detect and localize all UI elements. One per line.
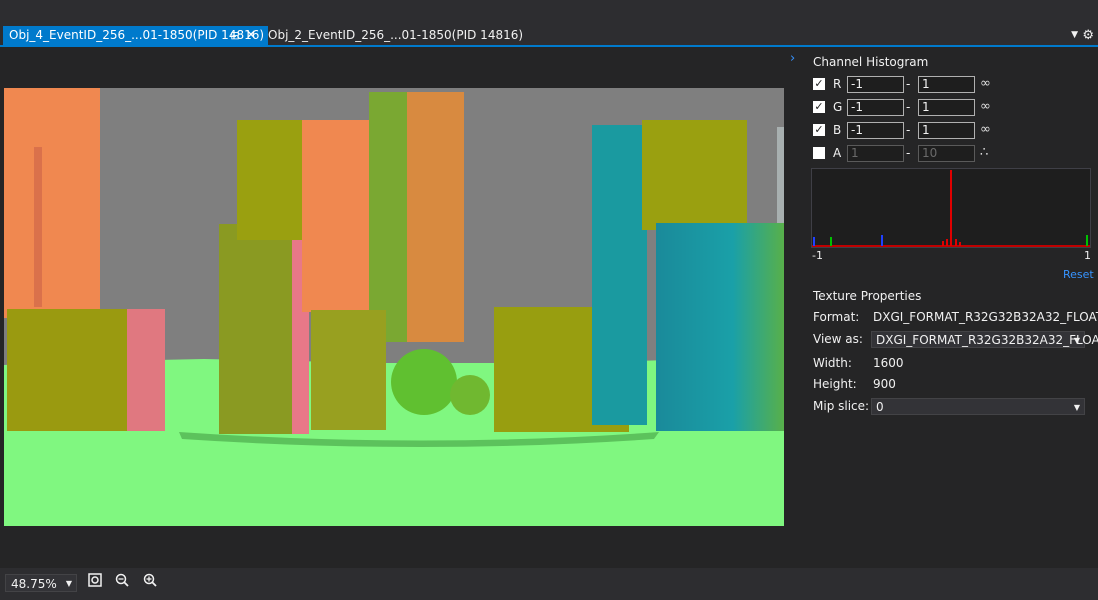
- view-as-label: View as:: [813, 332, 863, 346]
- max-input-a[interactable]: 10: [918, 145, 975, 162]
- link-icon[interactable]: ∞: [980, 122, 991, 137]
- checkbox-r[interactable]: ✓: [813, 78, 825, 90]
- tab-label: Obj_4_EventID_256_...01-1850(PID 14816): [9, 28, 265, 42]
- height-label: Height:: [813, 377, 857, 391]
- channel-label: R: [833, 77, 842, 91]
- tab-label: Obj_2_EventID_256_...01-1850(PID 14816): [268, 28, 524, 42]
- checkbox-a[interactable]: [813, 147, 825, 159]
- status-bar: 48.75% ▼: [0, 568, 1098, 600]
- range-dash: -: [906, 123, 911, 137]
- histogram-green-bin: [1086, 235, 1088, 246]
- max-input-r[interactable]: 1: [918, 76, 975, 93]
- pin-icon[interactable]: ⊟: [229, 26, 241, 45]
- chevron-down-icon[interactable]: ▼: [1071, 26, 1078, 45]
- range-dash: -: [906, 77, 911, 91]
- channel-row-r: ✓ R -1 - 1 ∞: [813, 76, 1098, 93]
- zoom-value: 48.75%: [11, 577, 57, 591]
- histogram-max-label: 1: [1084, 249, 1091, 262]
- properties-panel: Channel Histogram ✓ R -1 - 1 ∞ ✓ G -1 - …: [806, 52, 1098, 422]
- range-dash: -: [906, 100, 911, 114]
- tab-obj-2[interactable]: Obj_2_EventID_256_...01-1850(PID 14816): [262, 26, 523, 45]
- histogram-red-bin: [942, 241, 944, 246]
- histogram-title: Channel Histogram: [813, 55, 929, 69]
- mip-slice-label: Mip slice:: [813, 399, 870, 413]
- chevron-down-icon: ▼: [65, 579, 72, 588]
- range-dash: -: [906, 146, 911, 160]
- histogram-blue-bin: [881, 235, 883, 246]
- zoom-in-icon[interactable]: [141, 573, 159, 593]
- title-strip: [0, 0, 1098, 26]
- histogram-red-peak: [950, 170, 952, 246]
- link-icon[interactable]: ∞: [980, 99, 991, 114]
- min-input-a[interactable]: 1: [847, 145, 904, 162]
- width-value: 1600: [873, 356, 904, 370]
- chevron-down-icon: ▼: [1073, 403, 1080, 412]
- channel-label: B: [833, 123, 842, 137]
- histogram-blue-bin: [813, 237, 815, 246]
- document-tab-bar: Obj_4_EventID_256_...01-1850(PID 14816) …: [0, 26, 1098, 47]
- histogram-red-bin: [946, 239, 948, 246]
- tab-obj-4[interactable]: Obj_4_EventID_256_...01-1850(PID 14816) …: [3, 26, 268, 45]
- texture-viewport[interactable]: [4, 47, 784, 567]
- max-input-g[interactable]: 1: [918, 99, 975, 116]
- histogram-red-bin: [959, 242, 961, 246]
- gear-icon[interactable]: ⚙: [1082, 26, 1094, 45]
- max-input-b[interactable]: 1: [918, 122, 975, 139]
- min-input-b[interactable]: -1: [847, 122, 904, 139]
- view-as-value: DXGI_FORMAT_R32G32B32A32_FLOAT: [876, 333, 1098, 347]
- checkbox-b[interactable]: ✓: [813, 124, 825, 136]
- mip-slice-dropdown[interactable]: 0 ▼: [871, 398, 1085, 415]
- fit-to-window-icon[interactable]: [86, 573, 104, 593]
- height-value: 900: [873, 377, 896, 391]
- link-icon[interactable]: ∞: [980, 76, 991, 91]
- histogram-min-label: -1: [812, 249, 823, 262]
- reset-link[interactable]: Reset: [1063, 268, 1094, 281]
- format-value: DXGI_FORMAT_R32G32B32A32_FLOAT: [873, 310, 1098, 324]
- texture-image: [4, 47, 784, 567]
- histogram-red-bin: [955, 239, 957, 246]
- min-input-r[interactable]: -1: [847, 76, 904, 93]
- unlink-icon[interactable]: ∴: [980, 145, 988, 160]
- close-icon[interactable]: ✕: [245, 26, 257, 45]
- channel-label: G: [833, 100, 843, 114]
- mip-slice-value: 0: [876, 400, 884, 414]
- channel-label: A: [833, 146, 842, 160]
- chevron-down-icon: ▼: [1073, 336, 1080, 345]
- view-as-dropdown[interactable]: DXGI_FORMAT_R32G32B32A32_FLOAT ▼: [871, 331, 1098, 348]
- texture-properties-title: Texture Properties: [813, 289, 922, 303]
- histogram-green-bin: [830, 237, 832, 246]
- channel-row-g: ✓ G -1 - 1 ∞: [813, 99, 1098, 116]
- chevron-right-icon[interactable]: ›: [790, 51, 795, 66]
- zoom-dropdown[interactable]: 48.75% ▼: [5, 574, 77, 592]
- min-input-g[interactable]: -1: [847, 99, 904, 116]
- format-label: Format:: [813, 310, 860, 324]
- channel-row-a: A 1 - 10 ∴: [813, 145, 1098, 162]
- checkbox-g[interactable]: ✓: [813, 101, 825, 113]
- width-label: Width:: [813, 356, 852, 370]
- histogram-plot: [811, 168, 1091, 248]
- zoom-out-icon[interactable]: [113, 573, 131, 593]
- channel-row-b: ✓ B -1 - 1 ∞: [813, 122, 1098, 139]
